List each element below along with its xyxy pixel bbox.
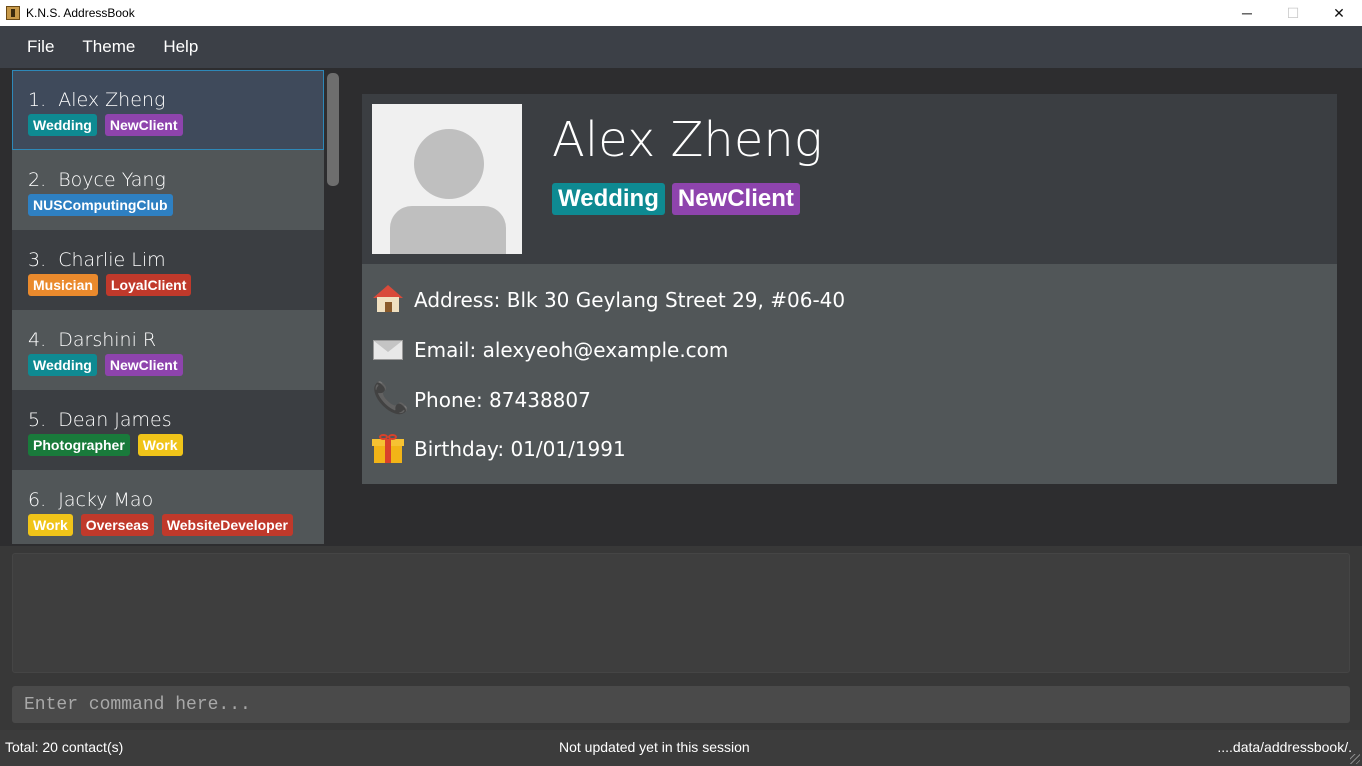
person-card[interactable]: 6. Jacky Mao Work Overseas WebsiteDevelo… (12, 470, 324, 544)
person-name: 3. Charlie Lim (28, 248, 324, 272)
person-tags: NUSComputingClub (28, 194, 324, 216)
person-index: 4. (28, 329, 47, 351)
person-name-text: Charlie Lim (58, 249, 166, 271)
window-controls: ─ ☐ ✕ (1224, 0, 1362, 26)
person-index: 5. (28, 409, 47, 431)
total-contacts: Total: 20 contact(s) (5, 739, 124, 755)
avatar-body (390, 206, 506, 254)
resize-grip[interactable] (1350, 754, 1360, 764)
menu-help[interactable]: Help (149, 37, 212, 57)
person-tags: Work Overseas WebsiteDeveloper (28, 514, 324, 536)
address-text: Address: Blk 30 Geylang Street 29, #06-4… (414, 288, 846, 312)
address-row: Address: Blk 30 Geylang Street 29, #06-4… (372, 284, 845, 316)
house-icon (372, 284, 404, 316)
person-card[interactable]: 1. Alex Zheng Wedding NewClient (12, 70, 324, 150)
detail-tags: Wedding NewClient (552, 183, 800, 215)
person-name: 2. Boyce Yang (28, 168, 324, 192)
person-tags: Musician LoyalClient (28, 274, 324, 296)
tag: Photographer (28, 434, 130, 456)
status-bar: Total: 20 contact(s) Not updated yet in … (0, 730, 1362, 766)
person-name: 4. Darshini R (28, 328, 324, 352)
person-index: 1. (28, 89, 47, 111)
tag: Wedding (28, 114, 97, 136)
menu-bar: File Theme Help (0, 26, 1362, 68)
tag: NewClient (104, 354, 183, 376)
tag: Overseas (80, 514, 154, 536)
maximize-button[interactable]: ☐ (1270, 0, 1316, 26)
person-tags: Photographer Work (28, 434, 324, 456)
person-card[interactable]: 3. Charlie Lim Musician LoyalClient (12, 230, 324, 310)
window-titlebar: K.N.S. AddressBook ─ ☐ ✕ (0, 0, 1362, 26)
tag: Musician (28, 274, 98, 296)
person-name-text: Darshini R (58, 329, 157, 351)
person-list[interactable]: 1. Alex Zheng Wedding NewClient 2. Boyce… (12, 70, 324, 544)
envelope-icon (372, 334, 404, 366)
tag: LoyalClient (105, 274, 192, 296)
person-tags: Wedding NewClient (28, 114, 323, 136)
person-tags: Wedding NewClient (28, 354, 324, 376)
avatar (372, 104, 522, 254)
person-card[interactable]: 4. Darshini R Wedding NewClient (12, 310, 324, 390)
person-name-text: Jacky Mao (58, 489, 154, 511)
menu-file[interactable]: File (13, 37, 68, 57)
detail-tag: Wedding (552, 183, 665, 215)
app-icon (6, 6, 20, 20)
phone-row: 📞 Phone: 87438807 (372, 382, 591, 416)
person-card[interactable]: 5. Dean James Photographer Work (12, 390, 324, 470)
email-row: Email: alexyeoh@example.com (372, 334, 728, 366)
gift-icon (372, 433, 404, 465)
person-name-text: Dean James (58, 409, 172, 431)
person-index: 2. (28, 169, 47, 191)
detail-tag: NewClient (671, 183, 800, 215)
command-input[interactable] (12, 686, 1350, 723)
email-text: Email: alexyeoh@example.com (414, 338, 729, 362)
window-title: K.N.S. AddressBook (26, 6, 135, 20)
person-name: 1. Alex Zheng (28, 88, 323, 112)
phone-text: Phone: 87438807 (414, 388, 591, 412)
person-detail-info: Address: Blk 30 Geylang Street 29, #06-4… (362, 264, 1337, 484)
tag: NewClient (104, 114, 183, 136)
person-index: 6. (28, 489, 47, 511)
person-list-scrollbar-thumb[interactable] (327, 73, 339, 186)
birthday-row: Birthday: 01/01/1991 (372, 433, 626, 465)
menu-theme[interactable]: Theme (68, 37, 149, 57)
minimize-button[interactable]: ─ (1224, 0, 1270, 26)
tag: Work (28, 514, 73, 536)
birthday-text: Birthday: 01/01/1991 (414, 437, 626, 461)
tag: WebsiteDeveloper (161, 514, 293, 536)
person-name-text: Alex Zheng (58, 89, 166, 111)
save-location: ....data/addressbook/. (1217, 739, 1352, 755)
detail-name: Alex Zheng (552, 112, 823, 168)
result-display[interactable] (12, 553, 1350, 673)
tag: Wedding (28, 354, 97, 376)
phone-icon: 📞 (372, 382, 410, 415)
tag: NUSComputingClub (28, 194, 173, 216)
sync-status: Not updated yet in this session (559, 739, 750, 755)
close-button[interactable]: ✕ (1316, 0, 1362, 26)
person-detail-header: Alex Zheng Wedding NewClient (362, 94, 1337, 264)
person-card[interactable]: 2. Boyce Yang NUSComputingClub (12, 150, 324, 230)
person-index: 3. (28, 249, 47, 271)
tag: Work (137, 434, 183, 456)
person-name-text: Boyce Yang (58, 169, 166, 191)
person-name: 5. Dean James (28, 408, 324, 432)
avatar-head (414, 129, 484, 199)
person-name: 6. Jacky Mao (28, 488, 324, 512)
